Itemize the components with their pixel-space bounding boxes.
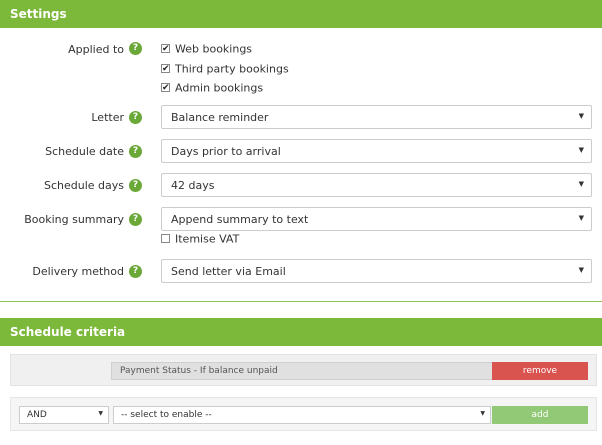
- settings-title: Settings: [10, 7, 67, 21]
- remove-criteria-button[interactable]: remove: [492, 362, 588, 380]
- dropdown-arrow-icon: ▼: [578, 146, 584, 154]
- settings-header: Settings: [0, 0, 602, 28]
- schedule-criteria-title: Schedule criteria: [10, 325, 126, 339]
- schedule-date-help-icon[interactable]: ?: [129, 145, 142, 158]
- web-bookings-checkbox[interactable]: ✔: [161, 43, 170, 53]
- schedule-criteria-header: Schedule criteria: [0, 318, 602, 346]
- booking-summary-label: Booking summary: [24, 213, 124, 226]
- web-bookings-option[interactable]: ✔ Web bookings: [161, 42, 252, 56]
- letter-select[interactable]: Balance reminder ▼: [161, 105, 592, 129]
- applied-to-label: Applied to: [68, 43, 124, 56]
- letter-select-value: Balance reminder: [171, 111, 269, 124]
- dropdown-arrow-icon: ▼: [578, 180, 584, 188]
- booking-summary-select[interactable]: Append summary to text ▼: [161, 207, 592, 231]
- letter-label: Letter: [91, 111, 124, 124]
- delivery-method-help-icon[interactable]: ?: [129, 265, 142, 278]
- itemise-vat-checkbox[interactable]: [161, 233, 170, 243]
- web-bookings-label: Web bookings: [175, 42, 253, 56]
- schedule-date-select-value: Days prior to arrival: [171, 145, 281, 158]
- schedule-date-select[interactable]: Days prior to arrival ▼: [161, 139, 592, 163]
- admin-bookings-checkbox[interactable]: ✔: [161, 82, 170, 92]
- letter-help-icon[interactable]: ?: [129, 111, 142, 124]
- schedule-days-select-value: 42 days: [171, 179, 215, 192]
- criteria-field-select[interactable]: -- select to enable -- ▼: [113, 406, 491, 424]
- dropdown-arrow-icon: ▼: [98, 410, 103, 417]
- third-party-bookings-checkbox[interactable]: ✔: [161, 63, 170, 73]
- booking-summary-help-icon[interactable]: ?: [129, 213, 142, 226]
- settings-panel: Applied to ? ✔ Web bookings ✔ Third party …: [0, 28, 602, 302]
- add-criteria-row: AND ▼ -- select to enable -- ▼ add: [10, 397, 597, 431]
- itemise-vat-option[interactable]: Itemise VAT: [161, 232, 239, 246]
- operator-select[interactable]: AND ▼: [19, 406, 109, 424]
- dropdown-arrow-icon: ▼: [578, 214, 584, 222]
- dropdown-arrow-icon: ▼: [578, 112, 584, 120]
- schedule-date-label: Schedule date: [45, 145, 124, 158]
- itemise-vat-label: Itemise VAT: [175, 232, 240, 246]
- applied-to-help-icon[interactable]: ?: [129, 42, 142, 55]
- schedule-days-select[interactable]: 42 days ▼: [161, 173, 592, 197]
- admin-bookings-option[interactable]: ✔ Admin bookings: [161, 81, 263, 95]
- dropdown-arrow-icon: ▼: [578, 266, 584, 274]
- delivery-method-select-value: Send letter via Email: [171, 265, 286, 278]
- delivery-method-select[interactable]: Send letter via Email ▼: [161, 259, 592, 283]
- third-party-bookings-option[interactable]: ✔ Third party bookings: [161, 62, 289, 76]
- add-criteria-button[interactable]: add: [492, 406, 588, 424]
- admin-bookings-label: Admin bookings: [175, 81, 264, 95]
- dropdown-arrow-icon: ▼: [480, 410, 485, 417]
- delivery-method-label: Delivery method: [32, 265, 124, 278]
- operator-select-value: AND: [27, 410, 47, 420]
- third-party-bookings-label: Third party bookings: [175, 62, 289, 76]
- schedule-days-help-icon[interactable]: ?: [129, 179, 142, 192]
- schedule-days-label: Schedule days: [43, 179, 124, 192]
- criteria-text: Payment Status - If balance unpaid: [111, 362, 493, 380]
- booking-summary-select-value: Append summary to text: [171, 213, 309, 226]
- criteria-row: Payment Status - If balance unpaid remov…: [10, 354, 597, 386]
- criteria-field-placeholder: -- select to enable --: [121, 410, 212, 420]
